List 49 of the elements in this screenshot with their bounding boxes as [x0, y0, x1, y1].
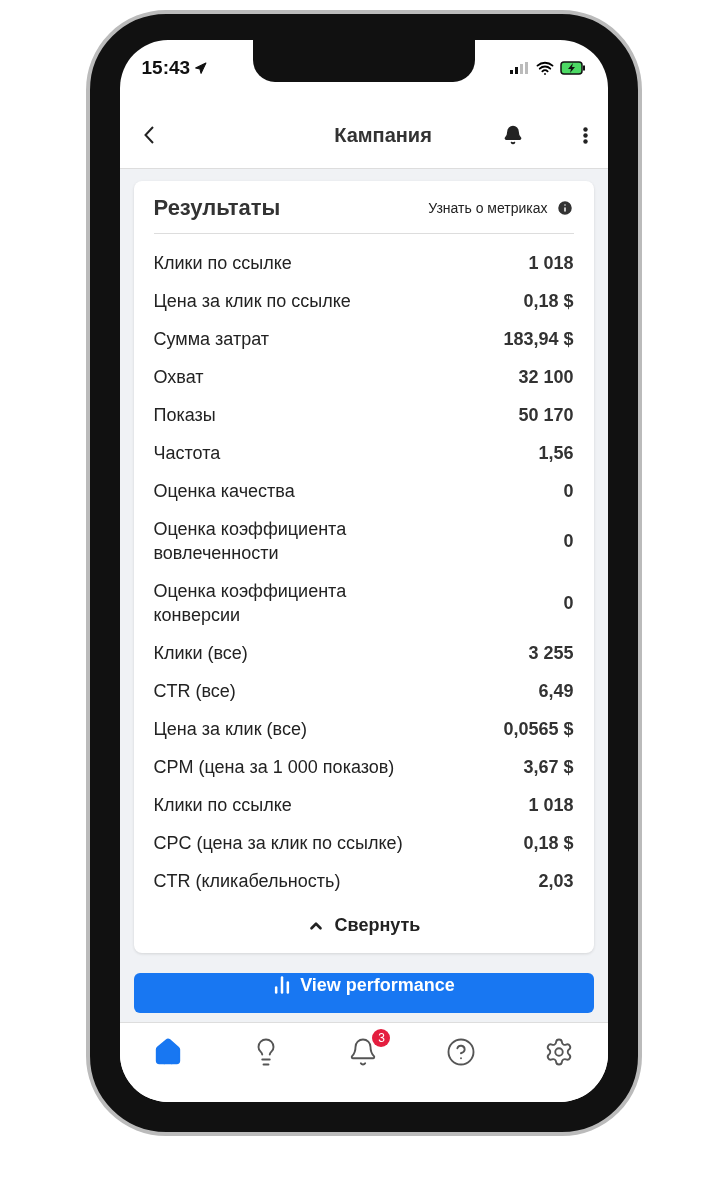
location-icon — [194, 61, 208, 75]
metric-value: 50 170 — [518, 404, 574, 427]
card-title: Результаты — [153, 195, 281, 221]
metric-name: Оценка качества — [153, 480, 295, 503]
battery-charging-icon — [559, 61, 586, 75]
bell-icon — [502, 125, 523, 145]
metric-name: Клики (все) — [153, 642, 248, 665]
view-performance-button[interactable]: View performance — [133, 973, 594, 1013]
metric-value: 32 100 — [518, 366, 574, 389]
metrics-help-link[interactable]: Узнать о метриках — [428, 199, 574, 217]
notification-badge: 3 — [372, 1029, 391, 1047]
metric-value: 0 — [563, 480, 574, 503]
metric-value: 0 — [563, 530, 574, 553]
metric-value: 0,18 $ — [523, 832, 574, 855]
metric-name: CPM (цена за 1 000 показов) — [153, 756, 395, 779]
notifications-tab[interactable]: 3 — [346, 1027, 393, 1069]
metric-value: 0,18 $ — [523, 290, 574, 313]
metric-name: Сумма затрат — [153, 328, 270, 351]
back-icon — [143, 126, 154, 144]
metric-value: 1 018 — [528, 252, 574, 275]
help-icon — [446, 1037, 477, 1067]
metric-name: Частота — [153, 442, 221, 465]
wifi-icon — [535, 59, 554, 77]
page-title: Кампания — [333, 123, 433, 147]
metric-value: 3 255 — [528, 642, 574, 665]
metric-name: CTR (все) — [153, 680, 236, 703]
metric-name: CTR (кликабельность) — [153, 870, 341, 893]
metric-name: CPC (цена за клик по ссылке) — [153, 832, 403, 855]
metric-value: 183,94 $ — [503, 328, 574, 351]
metric-value: 0 — [563, 592, 574, 615]
metric-value: 3,67 $ — [523, 756, 574, 779]
metric-name: Оценка коэффициента вовлеченности — [153, 518, 348, 565]
metric-value: 6,49 — [538, 680, 574, 703]
more-icon — [582, 126, 588, 144]
metric-name: Клики по ссылке — [153, 252, 292, 275]
signal-icon — [509, 62, 530, 74]
metric-name: Клики по ссылке — [153, 794, 292, 817]
metric-name: Оценка коэффициента конверсии — [153, 580, 348, 627]
info-icon — [555, 199, 574, 217]
metric-name: Охват — [153, 366, 204, 389]
metric-value: 1 018 — [528, 794, 574, 817]
metric-name: Цена за клик (все) — [153, 718, 307, 741]
metric-value: 2,03 — [538, 870, 574, 893]
metric-name: Цена за клик по ссылке — [153, 290, 351, 313]
metric-value: 0,0565 $ — [503, 718, 574, 741]
metric-name: Показы — [153, 404, 216, 427]
status-time: 15:43 — [141, 57, 208, 79]
collapse-button[interactable]: Свернуть — [300, 914, 427, 937]
metric-value: 1,56 — [538, 442, 574, 465]
